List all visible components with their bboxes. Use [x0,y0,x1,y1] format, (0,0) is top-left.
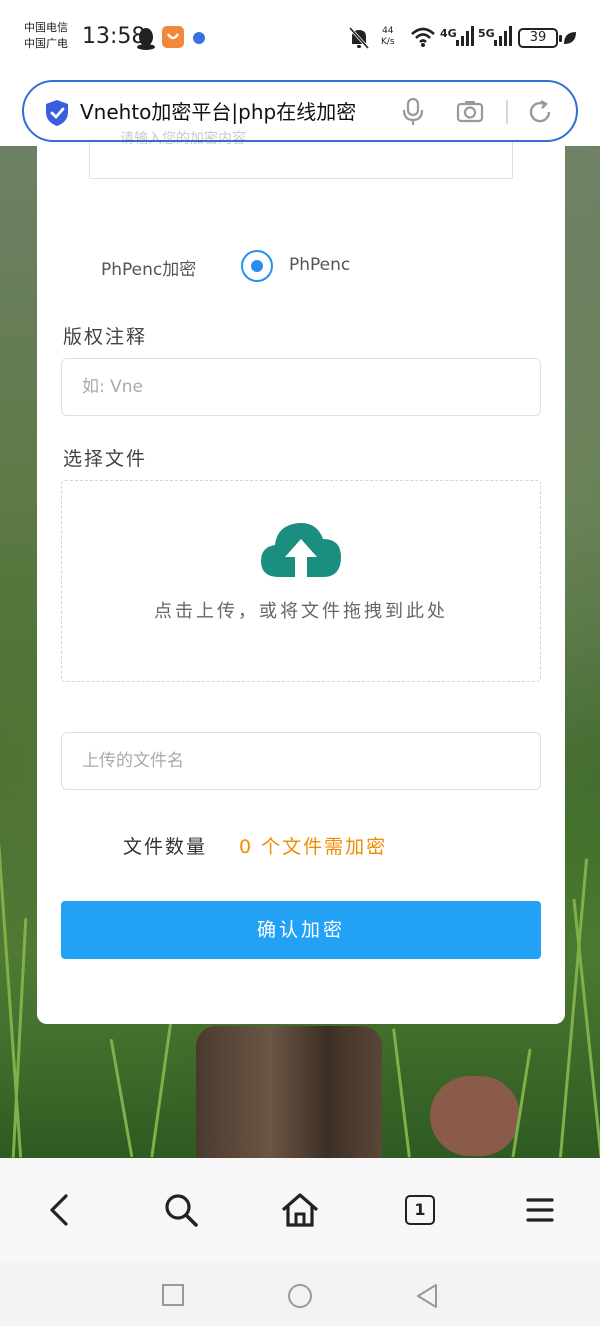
speed-value: 44 [382,26,394,36]
browser-toolbar: 1 [0,1158,600,1262]
microphone-icon[interactable] [402,97,424,127]
home-icon[interactable] [280,1190,320,1230]
back-triangle-icon[interactable] [414,1282,440,1310]
content-textarea[interactable]: 请输入您的加密内容 [89,131,513,179]
background-animal [196,1026,382,1158]
cloud-upload-icon [261,522,341,577]
recent-apps-icon[interactable] [160,1282,186,1308]
network-speed: 44 K/s [381,26,395,48]
encrypt-form-card: 请输入您的加密内容 PhPenc加密 PhPenc 版权注释 如: Vne 选择… [37,131,565,1024]
wifi-icon [411,27,435,47]
grass-blade [572,898,600,1158]
mute-bell-icon [348,26,370,50]
choose-file-label: 选择文件 [63,448,148,470]
carrier-line-1: 中国电信 [24,21,68,34]
qq-icon [137,28,155,50]
status-bar: 中国电信 中国广电 13:58 44 K/s 4G 5G 39 [0,0,600,78]
grass-blade [150,1018,173,1158]
speed-unit: K/s [381,37,395,47]
encrypt-method-label: PhPenc加密 [101,260,197,280]
system-navigation-bar [0,1262,600,1326]
confirm-encrypt-button[interactable]: 确认加密 [61,901,541,959]
camera-icon[interactable] [456,99,484,123]
page-title[interactable]: Vnehto加密平台|php在线加密 [80,99,400,125]
home-circle-icon[interactable] [286,1282,314,1310]
tabs-button[interactable]: 1 [405,1195,445,1235]
file-count-value: 0 个文件需加密 [239,836,388,858]
grass-blade [392,1028,411,1158]
notification-dot-icon [193,32,205,44]
shield-check-icon [46,100,68,126]
network-4g-label: 4G [440,27,457,40]
background-rock [430,1076,520,1156]
leaf-icon [564,32,576,44]
carrier-line-2: 中国广电 [24,37,68,50]
radio-selected-dot [251,260,263,272]
menu-icon[interactable] [520,1190,560,1230]
network-5g-label: 5G [478,27,495,40]
copyright-input[interactable]: 如: Vne [61,358,541,416]
search-icon[interactable] [161,1190,201,1230]
content-textarea-text: 请输入您的加密内容 [120,131,246,147]
phpenc-radio-label[interactable]: PhPenc [289,255,350,275]
copyright-label: 版权注释 [63,326,148,348]
carrier-info: 中国电信 中国广电 [24,20,68,52]
address-divider [506,100,508,124]
file-upload-dropzone[interactable]: 点击上传，或将文件拖拽到此处 [61,480,541,682]
app-notification-icon [162,26,184,48]
tab-count: 1 [405,1195,435,1225]
grass-blade [0,838,23,1158]
phpenc-radio[interactable] [241,250,273,282]
file-count-label: 文件数量 [123,836,208,858]
refresh-icon[interactable] [526,98,554,126]
filename-input[interactable]: 上传的文件名 [61,732,541,790]
back-icon[interactable] [40,1190,80,1230]
signal-5g-icon [494,26,512,46]
battery-indicator: 39 [518,28,562,48]
address-bar[interactable]: Vnehto加密平台|php在线加密 [22,80,578,142]
signal-4g-icon [456,26,474,46]
upload-hint-text: 点击上传，或将文件拖拽到此处 [154,601,448,622]
grass-blade [109,1038,134,1158]
